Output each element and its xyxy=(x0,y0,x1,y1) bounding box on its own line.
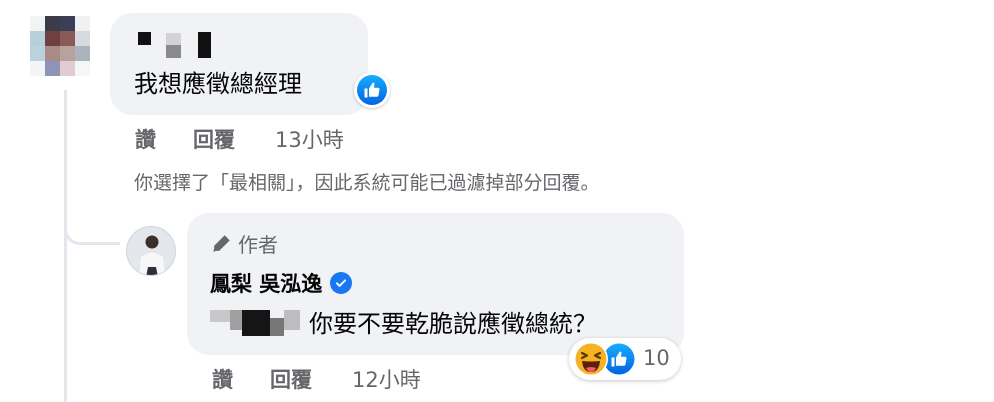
thread-line xyxy=(64,90,67,402)
reply-text: 你要不要乾脆說應徵總統？ xyxy=(309,310,597,338)
pen-icon xyxy=(213,234,230,252)
author-avatar[interactable] xyxy=(126,226,176,276)
reaction-summary[interactable]: 10 xyxy=(569,338,681,380)
thread-branch-line xyxy=(64,215,120,245)
redacted-commenter-name[interactable] xyxy=(138,30,218,58)
author-name[interactable]: 鳳梨 吳泓逸 xyxy=(210,268,322,298)
reaction-count: 10 xyxy=(643,346,670,370)
author-badge: 作者 xyxy=(210,229,278,258)
laughing-face-icon xyxy=(574,342,608,376)
author-name-row: 鳳梨 吳泓逸 xyxy=(210,268,353,298)
comment-thread: 我想應徵總經理 讚 回覆 13小時 你選擇了「最相關」，因此系統可能已過濾掉部分… xyxy=(0,0,994,402)
like-button[interactable]: 讚 xyxy=(135,124,156,154)
reply-timestamp[interactable]: 12小時 xyxy=(352,364,421,394)
reply-button[interactable]: 回覆 xyxy=(193,124,235,154)
author-badge-label: 作者 xyxy=(238,233,278,257)
comment-text: 我想應徵總經理 xyxy=(134,70,302,98)
comment-like-reaction[interactable] xyxy=(354,72,390,108)
thumbs-up-icon xyxy=(364,82,380,98)
avatar-blurred[interactable] xyxy=(30,16,90,76)
verified-check-icon xyxy=(330,272,353,294)
reply-like-button[interactable]: 讚 xyxy=(212,364,233,394)
comment-timestamp[interactable]: 13小時 xyxy=(275,124,344,154)
person-photo xyxy=(127,227,175,275)
redacted-mention[interactable] xyxy=(210,306,302,340)
reply-reply-button[interactable]: 回覆 xyxy=(270,364,312,394)
filter-notice: 你選擇了「最相關」，因此系統可能已過濾掉部分回覆。 xyxy=(134,172,600,194)
